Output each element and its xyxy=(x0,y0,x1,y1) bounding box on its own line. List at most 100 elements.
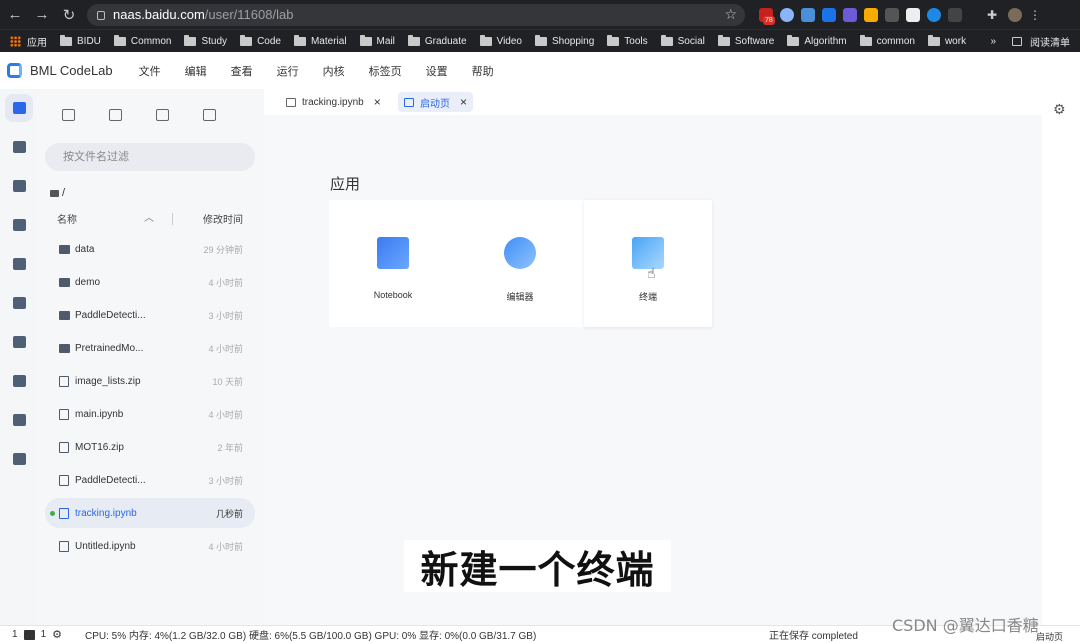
launcher-card-notebook[interactable]: Notebook xyxy=(329,200,457,327)
rail-layers[interactable] xyxy=(5,328,33,356)
bookmark-work[interactable]: work xyxy=(927,34,966,47)
bookmarks-overflow-button[interactable]: » xyxy=(990,36,996,47)
app-header: BML CodeLab 文件 编辑 查看 运行 内核 标签页 设置 帮助 xyxy=(0,52,1080,89)
menu-tabs[interactable]: 标签页 xyxy=(369,63,402,79)
bookmark-graduate[interactable]: Graduate xyxy=(407,34,467,47)
folder-icon xyxy=(859,34,872,46)
rail-toolbox[interactable] xyxy=(5,211,33,239)
file-row[interactable]: main.ipynb 4 小时前 xyxy=(45,399,255,429)
close-icon[interactable]: × xyxy=(374,95,381,109)
rail-running[interactable] xyxy=(5,172,33,200)
menu-view[interactable]: 查看 xyxy=(231,63,253,79)
close-icon[interactable]: × xyxy=(460,95,467,109)
notion-extension-icon[interactable] xyxy=(906,7,920,22)
file-row[interactable]: MOT16.zip 2 年前 xyxy=(45,432,255,462)
file-row[interactable]: PretrainedMo... 4 小时前 xyxy=(45,333,255,363)
file-row[interactable]: image_lists.zip 10 天前 xyxy=(45,366,255,396)
rail-deploy[interactable] xyxy=(5,406,33,434)
rail-datasets[interactable] xyxy=(5,133,33,161)
tab-tracking[interactable]: tracking.ipynb × xyxy=(280,92,387,112)
launcher-card-terminal[interactable]: 终端 xyxy=(584,200,712,327)
file-filter-input[interactable] xyxy=(45,143,255,171)
launcher-card-editor[interactable]: 编辑器 xyxy=(456,200,584,327)
gmail-extension-icon[interactable]: 78 xyxy=(759,7,775,25)
bml-logo-icon xyxy=(7,63,22,78)
bookmark-social[interactable]: Social xyxy=(660,34,705,47)
gear-icon[interactable]: ⚙ xyxy=(52,628,62,641)
layers-icon xyxy=(12,336,26,348)
rail-extensions[interactable] xyxy=(5,289,33,317)
folder-icon xyxy=(113,34,126,46)
bookmark-algorithm[interactable]: Algorithm xyxy=(787,34,847,47)
notebook-file-icon xyxy=(59,408,69,420)
cube-extension-icon[interactable] xyxy=(843,7,857,22)
reload-icon[interactable]: ↻ xyxy=(57,3,81,27)
upload-icon[interactable] xyxy=(156,109,169,121)
file-row[interactable]: data 29 分钟前 xyxy=(45,234,255,264)
bookmark-mail[interactable]: Mail xyxy=(359,34,395,47)
running-dot xyxy=(50,510,55,516)
circle-extension-icon[interactable] xyxy=(780,7,794,22)
new-file-icon[interactable] xyxy=(62,109,75,121)
new-folder-icon[interactable] xyxy=(109,109,122,121)
notebook-file-icon xyxy=(59,507,69,519)
menu-file[interactable]: 文件 xyxy=(139,63,161,79)
puzzle-box-extension-icon[interactable] xyxy=(801,7,815,22)
menu-settings[interactable]: 设置 xyxy=(426,63,448,79)
refresh-icon[interactable] xyxy=(203,109,216,121)
rail-chart[interactable] xyxy=(5,367,33,395)
file-row[interactable]: PaddleDetecti... 3 小时前 xyxy=(45,300,255,330)
folder-icon xyxy=(607,34,620,46)
bookmark-material[interactable]: Material xyxy=(293,34,347,47)
back-icon[interactable]: ← xyxy=(3,3,27,27)
inbox-icon xyxy=(12,258,26,270)
address-bar[interactable]: naas.baidu.com/user/11608/lab ☆ xyxy=(87,3,745,26)
kernel-count[interactable]: 1 xyxy=(12,629,18,640)
bookmark-study[interactable]: Study xyxy=(184,34,227,47)
rail-mail[interactable] xyxy=(5,250,33,278)
bookmark-shopping[interactable]: Shopping xyxy=(535,34,594,47)
breadcrumb[interactable]: / xyxy=(50,187,65,199)
menu-run[interactable]: 运行 xyxy=(277,63,299,79)
sort-up-icon[interactable]: ︿ xyxy=(144,209,154,224)
gem-extension-icon[interactable] xyxy=(927,7,941,22)
folder-icon xyxy=(927,34,940,46)
bookmark-common-lower[interactable]: common xyxy=(859,34,915,47)
bookmark-common[interactable]: Common xyxy=(113,34,171,47)
profile-avatar[interactable] xyxy=(1008,7,1022,22)
tab-launcher[interactable]: 启动页 × xyxy=(398,92,474,112)
file-toolbar xyxy=(62,109,216,121)
bookmark-software[interactable]: Software xyxy=(717,34,774,47)
file-row[interactable]: PaddleDetecti... 3 小时前 xyxy=(45,465,255,495)
reading-list-button[interactable]: 阅读清单 xyxy=(1030,34,1070,49)
bookmark-tools[interactable]: Tools xyxy=(607,34,648,47)
file-row[interactable]: Untitled.ipynb 4 小时前 xyxy=(45,531,255,561)
file-row-active[interactable]: tracking.ipynb 几秒前 xyxy=(45,498,255,528)
menu-kernel[interactable]: 内核 xyxy=(323,63,345,79)
bookmark-extension-icon[interactable] xyxy=(885,7,899,22)
bookmarks-bar: 应用 BIDU Common Study Code Material Mail … xyxy=(0,29,1080,52)
folder-icon xyxy=(184,34,197,46)
s-extension-icon[interactable] xyxy=(822,7,836,22)
rail-file-browser[interactable] xyxy=(5,94,33,122)
col-name-header[interactable]: 名称 xyxy=(57,211,77,226)
extensions-puzzle-icon[interactable]: ✚ xyxy=(987,8,1001,22)
more-menu-icon[interactable]: ⋮ xyxy=(1029,8,1043,22)
forward-icon[interactable]: → xyxy=(30,3,54,27)
bookmark-star-icon[interactable]: ☆ xyxy=(724,6,737,23)
bookmark-bidu[interactable]: BIDU xyxy=(60,34,101,47)
menu-edit[interactable]: 编辑 xyxy=(185,63,207,79)
bookmark-video[interactable]: Video xyxy=(479,34,522,47)
col-time-header[interactable]: 修改时间 xyxy=(203,211,243,226)
menu-bar: 文件 编辑 查看 运行 内核 标签页 设置 帮助 xyxy=(139,63,518,79)
yellow-extension-icon[interactable] xyxy=(864,7,878,22)
folder-icon xyxy=(535,34,547,46)
bookmark-code[interactable]: Code xyxy=(240,34,281,47)
rail-chip[interactable] xyxy=(5,445,33,473)
mask-extension-icon[interactable] xyxy=(948,7,962,22)
terminal-count[interactable]: 1 xyxy=(41,629,47,640)
menu-help[interactable]: 帮助 xyxy=(472,63,494,79)
file-row[interactable]: demo 4 小时前 xyxy=(45,267,255,297)
cloud-icon xyxy=(12,414,26,426)
bookmark-apps[interactable]: 应用 xyxy=(10,34,47,49)
